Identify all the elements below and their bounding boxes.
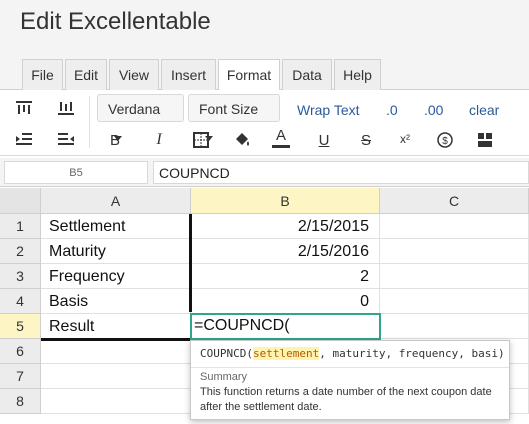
fill-color-icon[interactable] [231, 128, 253, 150]
summary-label: Summary [200, 371, 248, 383]
column-header-b[interactable]: B [191, 188, 380, 214]
indent-increase-icon[interactable] [55, 128, 77, 150]
cell-c2[interactable] [380, 239, 529, 264]
font-color-label: A [275, 127, 286, 144]
font-size-dropdown[interactable]: Font Size [188, 94, 280, 141]
active-argument: settlement [252, 347, 320, 360]
font-family-label: Verdana [108, 101, 161, 117]
tab-insert[interactable]: Insert [161, 59, 216, 90]
clear-button[interactable]: clear [469, 102, 499, 118]
function-name: COUPNCD( [200, 347, 253, 360]
font-size-label: Font Size [199, 101, 259, 117]
app-title: Edit Excellentable [20, 8, 211, 35]
underline-button[interactable]: U [313, 129, 335, 151]
format-toolbar: Verdana Font Size Wrap Text .0 .00 clear… [0, 90, 529, 156]
italic-button[interactable]: I [148, 129, 170, 151]
toolbar-separator [89, 96, 90, 148]
bold-button[interactable]: B [104, 129, 126, 151]
function-signature: COUPNCD(settlement, maturity, frequency,… [200, 347, 505, 360]
select-all-corner[interactable] [0, 188, 41, 214]
row-header[interactable]: 6 [0, 339, 41, 364]
strikethrough-button[interactable]: S [355, 129, 377, 151]
decrease-decimal-button[interactable]: .0 [386, 102, 398, 118]
cell-a3[interactable]: Frequency [41, 264, 191, 289]
align-bottom-icon[interactable] [55, 97, 77, 119]
cell-a6[interactable] [41, 339, 191, 364]
cell-a8[interactable] [41, 389, 191, 414]
row-header[interactable]: 5 [0, 314, 41, 339]
currency-icon[interactable]: $ [434, 129, 456, 151]
row-header[interactable]: 1 [0, 214, 41, 239]
tab-format[interactable]: Format [218, 59, 280, 91]
indent-decrease-icon[interactable] [13, 128, 35, 150]
cell-c4[interactable] [380, 289, 529, 314]
tooltip-divider [191, 367, 509, 368]
increase-decimal-button[interactable]: .00 [424, 102, 443, 118]
cell-a7[interactable] [41, 364, 191, 389]
font-color-swatch [272, 145, 290, 148]
align-top-icon[interactable] [13, 97, 35, 119]
borders-icon[interactable] [190, 129, 212, 151]
cell-b2[interactable]: 2/15/2016 [191, 239, 380, 264]
wrap-text-button[interactable]: Wrap Text [297, 102, 360, 118]
cell-border-thick [189, 214, 192, 312]
column-header-a[interactable]: A [41, 188, 191, 214]
row-header[interactable]: 8 [0, 389, 41, 414]
cell-border-thick [41, 338, 191, 341]
cell-a4[interactable]: Basis [41, 289, 191, 314]
tab-view[interactable]: View [109, 59, 159, 90]
cell-a2[interactable]: Maturity [41, 239, 191, 264]
cell-a1[interactable]: Settlement [41, 214, 191, 239]
function-hint-tooltip: COUPNCD(settlement, maturity, frequency,… [190, 340, 510, 420]
superscript-button[interactable]: x² [394, 128, 416, 150]
cell-b1[interactable]: 2/15/2015 [191, 214, 380, 239]
row-header[interactable]: 3 [0, 264, 41, 289]
cell-c3[interactable] [380, 264, 529, 289]
row-header[interactable]: 2 [0, 239, 41, 264]
formula-bar: B5 COUPNCD [0, 158, 529, 187]
svg-text:$: $ [442, 136, 448, 147]
active-cell-editor[interactable]: =COUPNCD( [190, 313, 381, 340]
cell-a5[interactable]: Result [41, 314, 191, 339]
cell-b4[interactable]: 0 [191, 289, 380, 314]
font-family-dropdown[interactable]: Verdana [97, 94, 184, 141]
remaining-arguments: , maturity, frequency, basi) [319, 347, 505, 360]
cell-reference-box[interactable]: B5 [4, 161, 148, 184]
formula-input[interactable]: COUPNCD [153, 161, 529, 184]
menu-bar: File Edit View Insert Format Data Help [0, 57, 529, 91]
column-header-c[interactable]: C [380, 188, 529, 214]
title-bar: Edit Excellentable [0, 0, 529, 57]
tab-file[interactable]: File [22, 59, 63, 90]
tab-edit[interactable]: Edit [65, 59, 107, 90]
tab-help[interactable]: Help [334, 59, 381, 90]
cell-b3[interactable]: 2 [191, 264, 380, 289]
cell-c1[interactable] [380, 214, 529, 239]
merge-cells-icon[interactable] [474, 129, 496, 151]
row-header[interactable]: 4 [0, 289, 41, 314]
font-color-button[interactable]: A [270, 127, 292, 149]
row-header[interactable]: 7 [0, 364, 41, 389]
cell-c5[interactable] [380, 314, 529, 339]
tab-data[interactable]: Data [282, 59, 332, 90]
function-description: This function returns a date number of t… [200, 386, 492, 413]
